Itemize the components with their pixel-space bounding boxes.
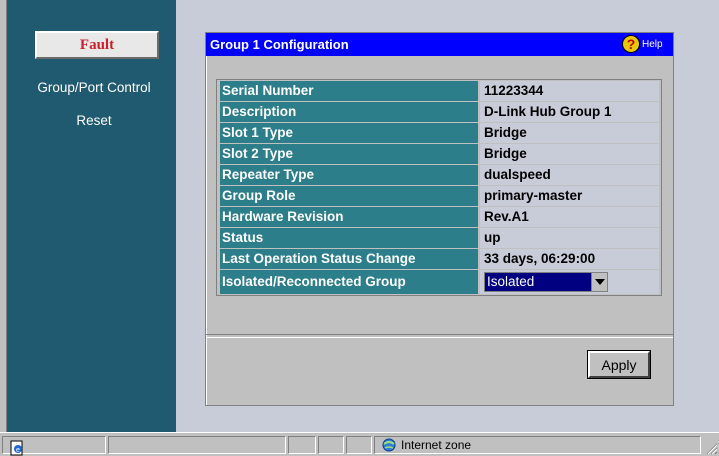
panel-titlebar: Group 1 Configuration ? Help xyxy=(206,33,673,56)
status-cell-main: e xyxy=(2,436,106,456)
row-label: Description xyxy=(220,102,478,122)
row-value: up xyxy=(480,228,659,248)
sidebar-link-group-port-control[interactable]: Group/Port Control xyxy=(14,80,174,95)
row-label: Slot 2 Type xyxy=(220,144,478,164)
row-value: Rev.A1 xyxy=(480,207,659,227)
row-label: Serial Number xyxy=(220,81,478,101)
browser-window: Fault Group/Port Control Reset Group 1 C… xyxy=(0,0,719,456)
window-left-frame xyxy=(0,0,7,432)
row-value: dualspeed xyxy=(480,165,659,185)
row-label: Status xyxy=(220,228,478,248)
select-value: Isolated xyxy=(487,274,535,289)
row-value: Bridge xyxy=(480,144,659,164)
table-row: Status up xyxy=(217,227,661,248)
group-state-select[interactable]: Isolated xyxy=(484,272,608,292)
table-row: Isolated/Reconnected Group Isolated xyxy=(217,269,661,295)
svg-text:e: e xyxy=(16,447,20,454)
page-icon: e xyxy=(10,440,23,456)
panel-title: Group 1 Configuration xyxy=(210,37,349,52)
status-cell xyxy=(288,436,316,454)
row-label: Hardware Revision xyxy=(220,207,478,227)
row-label: Slot 1 Type xyxy=(220,123,478,143)
resize-grip-icon[interactable] xyxy=(704,441,718,455)
table-row: Repeater Type dualspeed xyxy=(217,164,661,185)
table-row: Last Operation Status Change 33 days, 06… xyxy=(217,248,661,269)
row-value: D-Link Hub Group 1 xyxy=(480,102,659,122)
config-panel: Group 1 Configuration ? Help Serial Numb… xyxy=(205,32,674,406)
fault-button-label: Fault xyxy=(79,36,115,53)
zone-label: Internet zone xyxy=(401,438,472,452)
table-row: Serial Number 11223344 xyxy=(217,80,661,101)
table-row: Slot 2 Type Bridge xyxy=(217,143,661,164)
apply-button[interactable]: Apply xyxy=(587,350,651,379)
status-cell-zone: Internet zone xyxy=(374,436,701,454)
table-row: Hardware Revision Rev.A1 xyxy=(217,206,661,227)
row-value: Bridge xyxy=(480,123,659,143)
config-table: Serial Number 11223344 Description D-Lin… xyxy=(216,79,662,296)
row-value: primary-master xyxy=(480,186,659,206)
divider xyxy=(206,334,673,338)
sidebar-link-reset[interactable]: Reset xyxy=(14,113,174,128)
status-cell xyxy=(108,436,286,454)
row-value: 11223344 xyxy=(480,81,659,101)
row-label: Last Operation Status Change xyxy=(220,249,478,269)
row-value: Isolated xyxy=(480,270,659,294)
chevron-down-icon[interactable] xyxy=(591,273,607,291)
status-bar: e Internet zone xyxy=(0,432,719,456)
row-label: Repeater Type xyxy=(220,165,478,185)
help-icon[interactable]: ? xyxy=(622,35,640,53)
status-cell xyxy=(346,436,372,454)
help-link[interactable]: Help xyxy=(642,39,663,50)
row-label: Group Role xyxy=(220,186,478,206)
status-cell xyxy=(318,436,344,454)
row-label: Isolated/Reconnected Group xyxy=(220,270,478,294)
row-value: 33 days, 06:29:00 xyxy=(480,249,659,269)
sidebar: Fault Group/Port Control Reset xyxy=(7,0,176,432)
table-row: Group Role primary-master xyxy=(217,185,661,206)
internet-zone-icon xyxy=(382,438,396,452)
table-row: Description D-Link Hub Group 1 xyxy=(217,101,661,122)
table-row: Slot 1 Type Bridge xyxy=(217,122,661,143)
apply-button-label: Apply xyxy=(601,356,637,373)
fault-button[interactable]: Fault xyxy=(35,31,159,59)
